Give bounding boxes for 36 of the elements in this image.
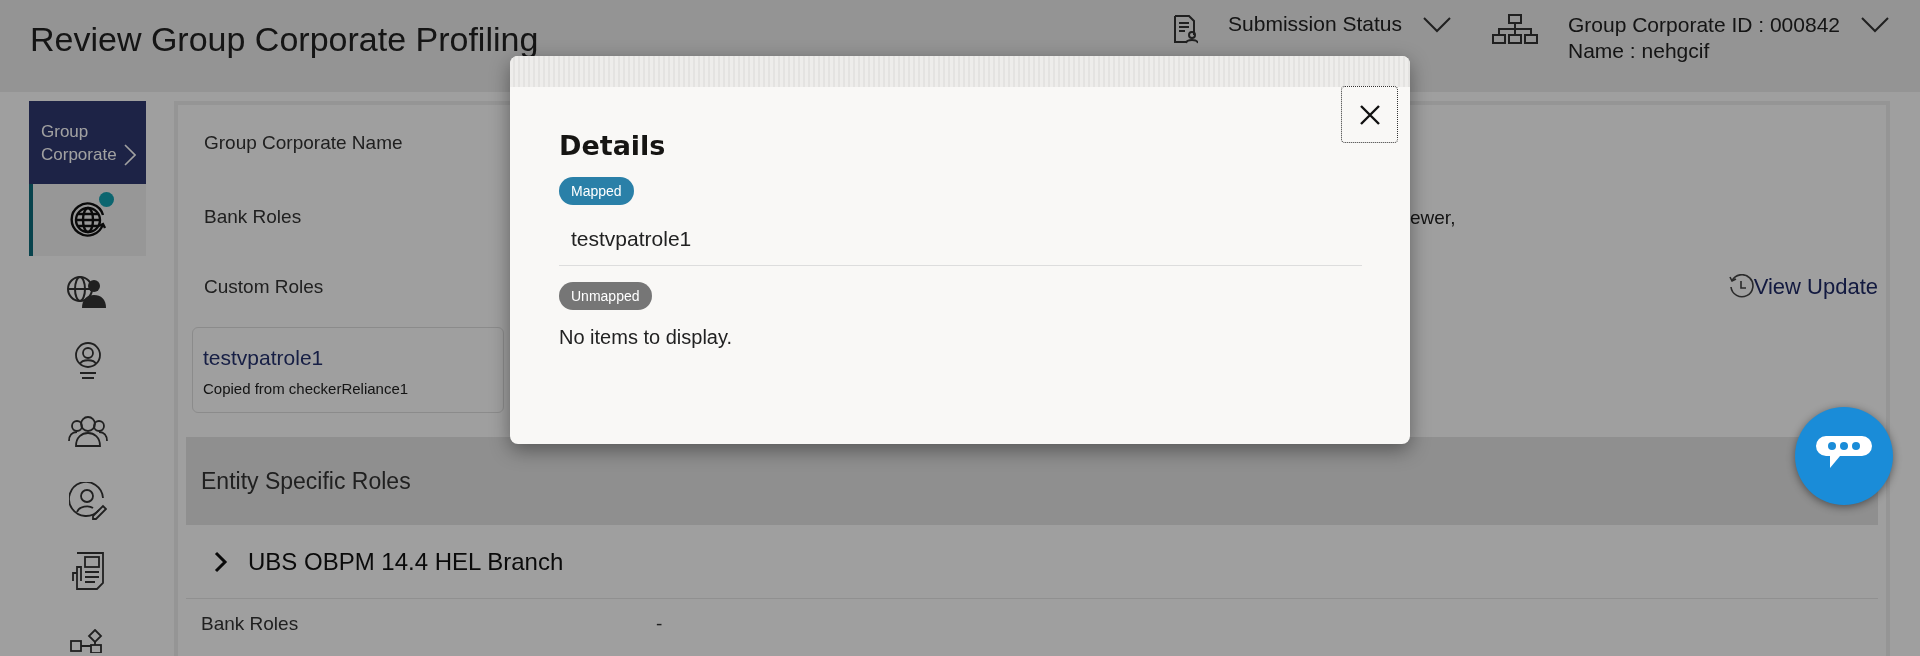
close-icon [1358,103,1381,126]
page-title: Review Group Corporate Profiling [30,20,539,59]
field-label: Group Corporate Name [204,132,403,154]
hierarchy-icon [1492,14,1538,44]
section-label: Custom Roles [204,276,324,298]
empty-message: No items to display. [559,325,734,349]
chevron-right-icon [124,144,136,166]
chevron-down-icon[interactable] [1860,16,1890,34]
group-corporate-menu[interactable]: Group Corporate [29,101,146,184]
sidebar-item[interactable] [29,184,146,256]
view-update-link[interactable]: View Update [1727,274,1878,300]
status-badge: Mapped [559,177,634,205]
user-edit-icon [68,482,107,520]
dialog-title: Details [559,130,667,161]
group-icon [66,415,109,447]
corporate-name: Name : nehgcif [1568,38,1711,64]
submission-status-dropdown[interactable]: Submission Status [1228,12,1402,36]
role-name: testvpatrole1 [203,346,325,370]
corporate-id: Group Corporate ID : 000842 [1568,12,1840,38]
history-icon [1727,274,1754,300]
report-icon [70,551,105,591]
chevron-icon [214,550,228,573]
role-item: testvpatrole1 [559,205,1362,266]
field-label: Bank Roles [204,206,302,228]
role-card[interactable]: testvpatrole1 Copied from checkerReliance1 [192,327,504,413]
field-label: Bank Roles [201,613,300,635]
close-button[interactable] [1341,86,1398,143]
document-user-icon[interactable] [1172,14,1199,44]
section-title: Entity Specific Roles [201,467,411,495]
field-value: ewer, [1410,207,1456,229]
chevron-down-icon[interactable] [1422,16,1452,34]
chat-button[interactable] [1795,407,1893,505]
field-value: - [656,613,663,635]
branch-row[interactable]: UBS OBPM 14.4 HEL Branch [186,525,1878,599]
role-note: Copied from checkerReliance1 [203,380,410,397]
status-badge: Unmapped [559,282,652,310]
